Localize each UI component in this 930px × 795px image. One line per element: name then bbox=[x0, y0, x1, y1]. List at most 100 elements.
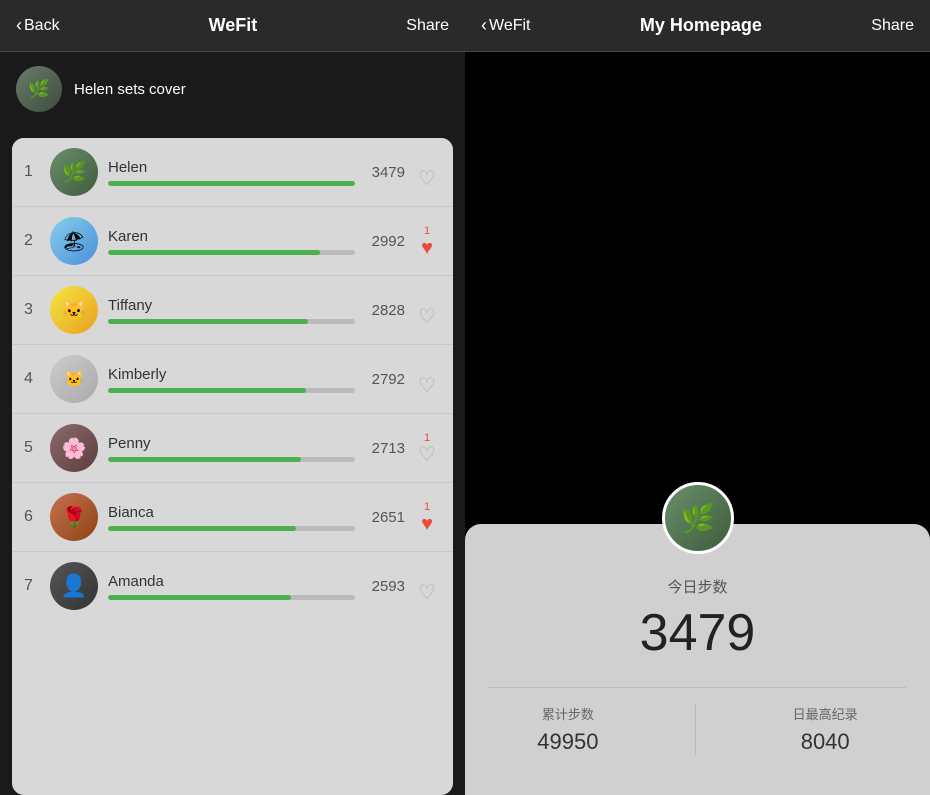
avatar: 🌹 bbox=[50, 493, 98, 541]
avatar: 🏖 bbox=[50, 217, 98, 265]
left-share-button[interactable]: Share bbox=[406, 17, 449, 35]
table-row: 6 🌹 Bianca 2651 1 ♥ bbox=[12, 483, 453, 552]
item-info: Bianca bbox=[108, 504, 355, 531]
homepage-card: 今日步数 3479 累计步数 49950 日最高纪录 8040 bbox=[465, 524, 930, 795]
avatar: 👤 bbox=[50, 562, 98, 610]
item-steps: 2992 bbox=[363, 233, 405, 250]
progress-bar-bg bbox=[108, 250, 355, 255]
heart-container[interactable]: ♡ bbox=[413, 569, 441, 603]
right-back-chevron-icon: ‹ bbox=[481, 15, 487, 36]
table-row: 1 🌿 Helen 3479 ♡ bbox=[12, 138, 453, 207]
item-info: Kimberly bbox=[108, 366, 355, 393]
heart-container[interactable]: 1 ♡ bbox=[413, 431, 441, 465]
leaderboard-container: 1 🌿 Helen 3479 ♡ 2 🏖 Karen bbox=[12, 138, 453, 795]
left-nav-bar: ‹ Back WeFit Share bbox=[0, 0, 465, 52]
progress-bar-fill bbox=[108, 526, 296, 531]
avatar: 🐱 bbox=[50, 286, 98, 334]
avatar: 🐱 bbox=[50, 355, 98, 403]
rank-number: 5 bbox=[24, 439, 46, 457]
item-name: Penny bbox=[108, 435, 355, 452]
heart-count: 1 bbox=[424, 500, 430, 514]
item-info: Amanda bbox=[108, 573, 355, 600]
progress-bar-fill bbox=[108, 181, 355, 186]
today-steps-value: 3479 bbox=[640, 603, 756, 663]
progress-bar-bg bbox=[108, 595, 355, 600]
progress-bar-fill bbox=[108, 319, 308, 324]
back-label: Back bbox=[24, 17, 60, 35]
back-button[interactable]: ‹ Back bbox=[16, 15, 60, 36]
table-row: 7 👤 Amanda 2593 ♡ bbox=[12, 552, 453, 620]
item-steps: 2828 bbox=[363, 302, 405, 319]
cover-avatar-image: 🌿 bbox=[16, 66, 62, 112]
heart-container[interactable]: ♡ bbox=[413, 362, 441, 396]
record-stat: 日最高纪录 8040 bbox=[793, 704, 858, 755]
item-info: Helen bbox=[108, 159, 355, 186]
progress-bar-bg bbox=[108, 388, 355, 393]
cumulative-label: 累计步数 bbox=[542, 704, 594, 723]
heart-icon[interactable]: ♡ bbox=[418, 307, 436, 327]
avatar: 🌸 bbox=[50, 424, 98, 472]
left-nav-title: WeFit bbox=[209, 15, 258, 36]
item-name: Tiffany bbox=[108, 297, 355, 314]
cover-text: Helen sets cover bbox=[74, 81, 186, 98]
progress-bar-fill bbox=[108, 388, 306, 393]
rank-number: 3 bbox=[24, 301, 46, 319]
table-row: 4 🐱 Kimberly 2792 ♡ bbox=[12, 345, 453, 414]
homepage-avatar-wrapper: 🌿 bbox=[662, 482, 734, 554]
table-row: 2 🏖 Karen 2992 1 ♥ bbox=[12, 207, 453, 276]
rank-number: 7 bbox=[24, 577, 46, 595]
right-nav-bar: ‹ WeFit My Homepage Share bbox=[465, 0, 930, 52]
homepage-content: 🌿 今日步数 3479 累计步数 49950 日最高纪录 8040 bbox=[465, 52, 930, 795]
cumulative-value: 49950 bbox=[537, 729, 598, 755]
heart-count: 1 bbox=[424, 431, 430, 445]
item-info: Karen bbox=[108, 228, 355, 255]
cover-section: 🌿 Helen sets cover bbox=[0, 52, 465, 126]
rank-number: 2 bbox=[24, 232, 46, 250]
item-info: Penny bbox=[108, 435, 355, 462]
table-row: 3 🐱 Tiffany 2828 ♡ bbox=[12, 276, 453, 345]
item-name: Helen bbox=[108, 159, 355, 176]
progress-bar-bg bbox=[108, 181, 355, 186]
heart-container[interactable]: ♡ bbox=[413, 155, 441, 189]
item-name: Karen bbox=[108, 228, 355, 245]
stats-row: 累计步数 49950 日最高纪录 8040 bbox=[489, 687, 906, 755]
item-steps: 2713 bbox=[363, 440, 405, 457]
right-panel: ‹ WeFit My Homepage Share 🌿 今日步数 3479 累计… bbox=[465, 0, 930, 795]
stat-divider bbox=[695, 704, 696, 755]
left-panel: ‹ Back WeFit Share 🌿 Helen sets cover 1 … bbox=[0, 0, 465, 795]
progress-bar-fill bbox=[108, 457, 301, 462]
progress-bar-bg bbox=[108, 319, 355, 324]
cover-avatar: 🌿 bbox=[16, 66, 62, 112]
rank-number: 1 bbox=[24, 163, 46, 181]
right-share-button[interactable]: Share bbox=[871, 17, 914, 35]
heart-icon[interactable]: ♡ bbox=[418, 376, 436, 396]
avatar: 🌿 bbox=[50, 148, 98, 196]
record-value: 8040 bbox=[801, 729, 850, 755]
right-nav-title: My Homepage bbox=[640, 15, 762, 36]
progress-bar-fill bbox=[108, 250, 320, 255]
cumulative-stat: 累计步数 49950 bbox=[537, 704, 598, 755]
heart-container[interactable]: 1 ♥ bbox=[413, 224, 441, 258]
rank-number: 6 bbox=[24, 508, 46, 526]
heart-container[interactable]: ♡ bbox=[413, 293, 441, 327]
right-back-button[interactable]: ‹ WeFit bbox=[481, 15, 530, 36]
item-info: Tiffany bbox=[108, 297, 355, 324]
heart-count: 1 bbox=[424, 224, 430, 238]
heart-icon[interactable]: ♡ bbox=[418, 169, 436, 189]
heart-icon[interactable]: ♥ bbox=[421, 238, 433, 258]
item-steps: 3479 bbox=[363, 164, 405, 181]
item-name: Kimberly bbox=[108, 366, 355, 383]
back-chevron-icon: ‹ bbox=[16, 15, 22, 36]
progress-bar-bg bbox=[108, 526, 355, 531]
item-name: Bianca bbox=[108, 504, 355, 521]
right-back-label: WeFit bbox=[489, 17, 530, 35]
today-steps-label: 今日步数 bbox=[667, 576, 727, 597]
heart-icon[interactable]: ♡ bbox=[418, 583, 436, 603]
heart-icon[interactable]: ♥ bbox=[421, 514, 433, 534]
item-steps: 2651 bbox=[363, 509, 405, 526]
item-steps: 2792 bbox=[363, 371, 405, 388]
heart-icon[interactable]: ♡ bbox=[418, 445, 436, 465]
heart-container[interactable]: 1 ♥ bbox=[413, 500, 441, 534]
item-name: Amanda bbox=[108, 573, 355, 590]
rank-number: 4 bbox=[24, 370, 46, 388]
